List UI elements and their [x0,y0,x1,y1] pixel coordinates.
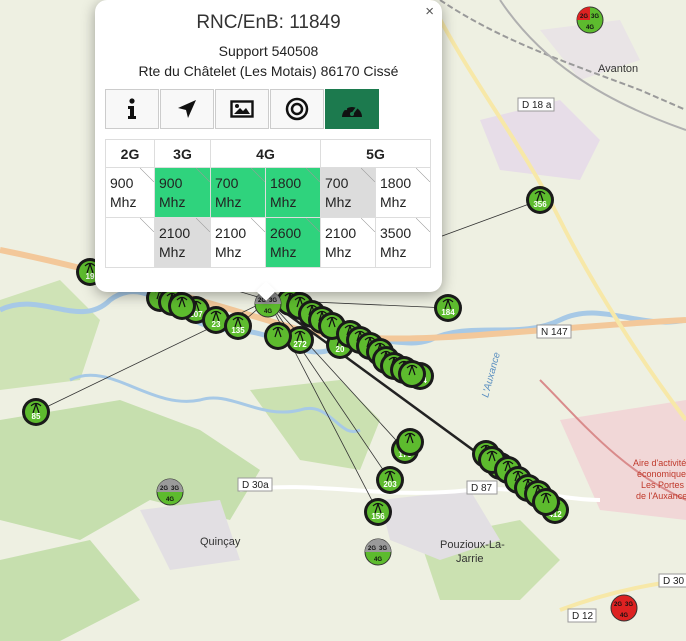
navigate-icon[interactable] [160,89,214,129]
popup-title: RNC/EnB: 11849 [196,12,341,33]
site-icon-south[interactable]: 2G 3G 4G [610,594,638,622]
svg-text:3G: 3G [379,546,387,552]
marker-label: 272 [293,340,307,349]
band-cell: 1800 Mhz [265,167,321,218]
site-marker[interactable]: 203 [376,466,404,494]
poi-line-4: de l'Auxance [636,491,686,501]
svg-text:4G: 4G [620,613,628,619]
site-marker[interactable] [532,488,560,516]
poi-line-2: économique [637,469,686,479]
poi-line-1: Aire d'activité [633,458,686,468]
header-4g: 4G [210,139,321,168]
site-popup: × RNC/EnB: 11849 Support 540508 Rte du C… [95,0,442,292]
place-pouzioux-line2: Jarrie [456,553,484,565]
frequency-table: 2G 3G 4G 5G 900 Mhz 900 Mhz 700 Mhz 1800 Mhz 700… [105,139,431,268]
marker-label: 184 [441,308,455,317]
band-cell: 2600 Mhz [265,217,321,268]
svg-text:D 12: D 12 [572,611,594,622]
svg-text:2G: 2G [614,602,622,608]
svg-text:D 30a: D 30a [242,480,269,491]
band-cell: 700 Mhz [210,167,266,218]
svg-text:4G: 4G [586,25,594,31]
band-cell: 2100 Mhz [154,217,211,268]
svg-text:2G: 2G [580,14,588,20]
svg-text:3G: 3G [171,486,179,492]
road-label-n147: N 147 [536,324,572,339]
header-3g: 3G [154,139,211,168]
site-marker[interactable]: 85 [22,398,50,426]
target-icon[interactable] [270,89,324,129]
road-label-d12: D 12 [567,608,597,623]
marker-label: 203 [383,480,397,489]
band-cell: 2100 Mhz [320,217,376,268]
svg-text:D 30: D 30 [663,576,685,587]
marker-label: 156 [371,512,385,521]
place-pouzioux: Pouzioux-La- [440,539,505,551]
frequency-row: 900 Mhz 900 Mhz 700 Mhz 1800 Mhz 700 Mhz 1800 Mhz [105,167,431,218]
site-marker[interactable]: 184 [434,294,462,322]
marker-label: 135 [231,326,245,335]
road-label-d87: D 87 [466,480,498,495]
road-label-d18a: D 18 a [517,97,555,112]
band-cell: 700 Mhz [320,167,376,218]
info-icon[interactable] [105,89,159,129]
band-cell: 1800 Mhz [375,167,431,218]
site-icon-avanton[interactable]: 2G 3G 4G [576,6,604,34]
popup-address: Rte du Châtelet (Les Motais) 86170 Cissé [138,63,399,79]
svg-text:3G: 3G [269,298,277,304]
site-icon-quincay[interactable]: 2G 3G 4G [156,478,184,506]
marker-label: 356 [533,200,547,209]
svg-text:3G: 3G [591,14,599,20]
svg-text:4G: 4G [374,557,382,563]
svg-text:2G: 2G [368,546,376,552]
marker-label: 23 [212,320,221,329]
gauge-icon[interactable] [325,89,379,129]
marker-label: 19 [86,272,95,281]
svg-text:N 147: N 147 [541,327,568,338]
band-cell: 900 Mhz [154,167,211,218]
marker-label: 85 [32,412,41,421]
band-cell: 2100 Mhz [210,217,266,268]
svg-text:D 18 a: D 18 a [522,100,552,111]
band-cell: 3500 Mhz [375,217,431,268]
svg-text:3G: 3G [625,602,633,608]
svg-text:4G: 4G [264,309,272,315]
svg-text:2G: 2G [160,486,168,492]
site-marker[interactable]: 135 [224,312,252,340]
site-marker[interactable]: 356 [526,186,554,214]
road-label-d30: D 30 [658,573,686,588]
road-label-d30a: D 30a [237,477,273,492]
svg-text:4G: 4G [166,497,174,503]
band-cell: 900 Mhz [105,167,155,218]
site-marker[interactable]: 156 [364,498,392,526]
frequency-row: 2100 Mhz 2100 Mhz 2600 Mhz 2100 Mhz 3500 Mhz [105,217,431,268]
site-marker[interactable] [396,428,424,456]
site-marker[interactable] [398,360,426,388]
site-marker[interactable] [168,292,196,320]
header-5g: 5G [320,139,431,168]
header-2g: 2G [105,139,155,168]
svg-text:D 87: D 87 [471,483,493,494]
photo-icon[interactable] [215,89,269,129]
popup-toolbar [105,89,380,129]
site-icon-pouzioux[interactable]: 2G 3G 4G [364,538,392,566]
site-marker[interactable] [264,322,292,350]
place-quincay: Quinçay [200,536,241,548]
band-cell [105,217,155,268]
place-avanton: Avanton [598,63,638,75]
popup-support: Support 540508 [218,43,319,59]
poi-line-3: Les Portes [641,480,685,490]
